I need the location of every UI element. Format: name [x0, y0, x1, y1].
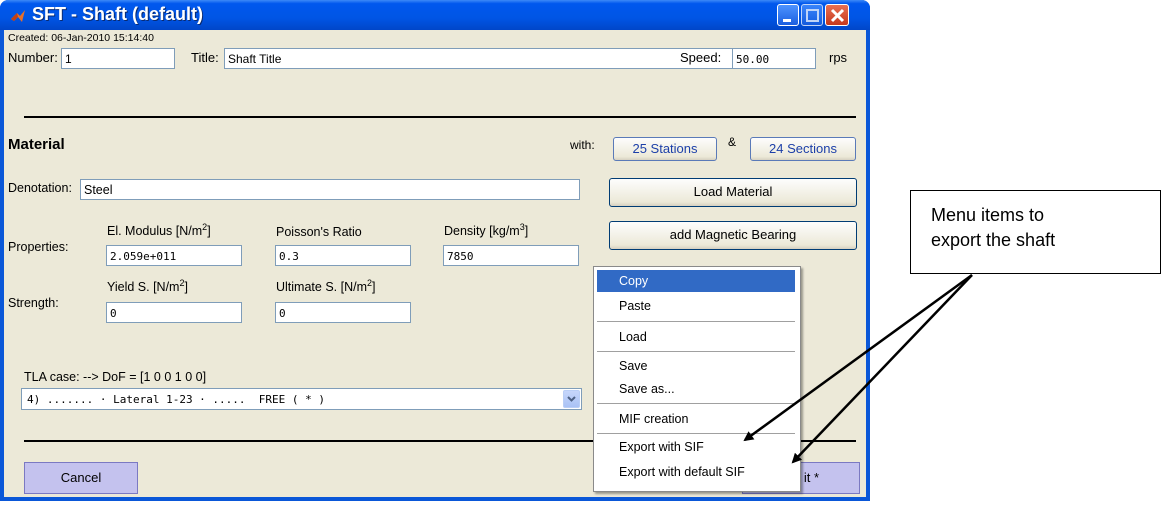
annotation-arrows: [743, 273, 973, 464]
arrow-to-export-default-sif: [791, 274, 973, 464]
arrow-to-export-sif: [743, 273, 973, 442]
